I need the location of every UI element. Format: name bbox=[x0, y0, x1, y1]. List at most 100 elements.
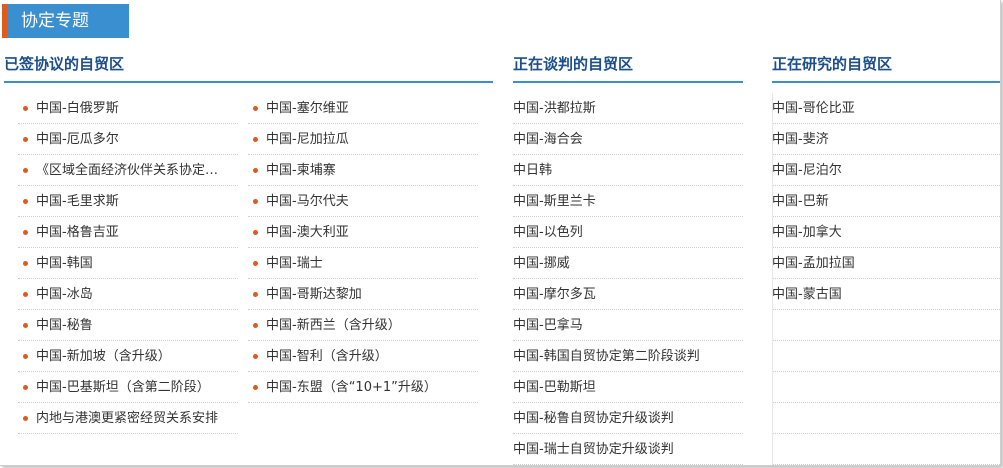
list-item[interactable]: 中国-新西兰（含升级） bbox=[248, 310, 478, 341]
list-item-label: 中日韩 bbox=[513, 163, 553, 178]
list-item-label: 中国-巴拿马 bbox=[513, 318, 583, 333]
signed-fta-rule bbox=[4, 81, 493, 83]
bullet-icon bbox=[23, 230, 28, 235]
list-item[interactable]: 中国-东盟（含“10+1”升级） bbox=[248, 372, 478, 403]
bullet-icon bbox=[23, 137, 28, 142]
researching-fta-rule bbox=[772, 81, 1000, 83]
list-item[interactable]: 中国-秘鲁 bbox=[18, 310, 238, 341]
list-item[interactable]: 中国-瑞士 bbox=[248, 248, 478, 279]
negotiating-fta-rule bbox=[513, 81, 743, 83]
list-item[interactable]: 中国-挪威 bbox=[513, 248, 743, 279]
list-item-label: 中国-斐济 bbox=[772, 132, 829, 147]
researching-fta-list: 中国-哥伦比亚 中国-斐济中国-尼泊尔 中国-巴新中国-加拿大 中国-孟加拉国 中国-蒙… bbox=[772, 93, 1000, 465]
list-item[interactable]: 中国-巴勒斯坦 bbox=[513, 372, 743, 403]
bullet-icon bbox=[253, 323, 258, 328]
bullet-icon bbox=[23, 261, 28, 266]
bullet-icon bbox=[253, 292, 258, 297]
list-item-label: 中国-瑞士自贸协定升级谈判 bbox=[513, 442, 674, 457]
list-item[interactable]: 中国-韩国自贸协定第二阶段谈判 bbox=[513, 341, 743, 372]
list-item-label: 中国-柬埔寨 bbox=[266, 163, 336, 178]
list-item[interactable]: 中国-厄瓜多尔 bbox=[18, 124, 238, 155]
list-item[interactable]: 中国-哥斯达黎加 bbox=[248, 279, 478, 310]
list-item[interactable]: 中国-尼加拉瓜 bbox=[248, 124, 478, 155]
list-item-label: 中国-哥伦比亚 bbox=[772, 101, 855, 116]
list-item[interactable]: 中国-巴基斯坦（含第二阶段） bbox=[18, 372, 238, 403]
list-item-label: 中国-蒙古国 bbox=[772, 287, 842, 302]
bullet-icon bbox=[253, 199, 258, 204]
list-item-label: 中国-塞尔维亚 bbox=[266, 101, 349, 116]
bullet-icon bbox=[23, 292, 28, 297]
list-item bbox=[772, 403, 1000, 434]
list-item-label: 中国-东盟（含“10+1”升级） bbox=[266, 380, 437, 395]
list-item bbox=[772, 310, 1000, 341]
list-item[interactable]: 中国-秘鲁自贸协定升级谈判 bbox=[513, 403, 743, 434]
bullet-icon bbox=[23, 168, 28, 173]
list-item[interactable]: 中国-新加坡（含升级） bbox=[18, 341, 238, 372]
list-item-label: 中国-孟加拉国 bbox=[772, 256, 855, 271]
list-item-label: 中国-摩尔多瓦 bbox=[513, 287, 596, 302]
bullet-icon bbox=[23, 416, 28, 421]
bullet-icon bbox=[253, 106, 258, 111]
list-item[interactable]: 中国-蒙古国 bbox=[772, 279, 1000, 310]
list-item-label: 中国-挪威 bbox=[513, 256, 570, 271]
list-item bbox=[772, 341, 1000, 372]
list-item[interactable]: 中国-加拿大 bbox=[772, 217, 1000, 248]
list-item-label: 中国-斯里兰卡 bbox=[513, 194, 596, 209]
signed-fta-list-left: 中国-白俄罗斯中国-厄瓜多尔《区域全面经济伙伴关系协定… 中国-毛里求斯中国-格鲁… bbox=[18, 93, 238, 434]
list-item[interactable]: 中国-巴拿马 bbox=[513, 310, 743, 341]
negotiating-fta-title: 正在谈判的自贸区 bbox=[513, 55, 634, 73]
list-item-label: 内地与港澳更紧密经贸关系安排 bbox=[36, 411, 219, 426]
list-item[interactable]: 《区域全面经济伙伴关系协定… bbox=[18, 155, 238, 186]
list-item-label: 中国-白俄罗斯 bbox=[36, 101, 119, 116]
list-item[interactable]: 中日韩 bbox=[513, 155, 743, 186]
list-item-label: 中国-巴基斯坦（含第二阶段） bbox=[36, 380, 210, 395]
list-item[interactable]: 中国-格鲁吉亚 bbox=[18, 217, 238, 248]
list-item-label: 中国-洪都拉斯 bbox=[513, 101, 596, 116]
list-item[interactable]: 中国-洪都拉斯 bbox=[513, 93, 743, 124]
list-item[interactable]: 中国-韩国 bbox=[18, 248, 238, 279]
list-item[interactable]: 中国-白俄罗斯 bbox=[18, 93, 238, 124]
signed-fta-title: 已签协议的自贸区 bbox=[4, 55, 125, 73]
bullet-icon bbox=[253, 230, 258, 235]
list-item-label: 中国-哥斯达黎加 bbox=[266, 287, 362, 302]
list-item[interactable]: 中国-瑞士自贸协定升级谈判 bbox=[513, 434, 743, 465]
signed-fta-list-right: 中国-塞尔维亚 中国-尼加拉瓜 中国-柬埔寨中国-马尔代夫中国-澳大利亚中国-瑞士中… bbox=[248, 93, 478, 403]
list-item[interactable]: 中国-摩尔多瓦 bbox=[513, 279, 743, 310]
list-item[interactable]: 中国-智利（含升级） bbox=[248, 341, 478, 372]
list-item[interactable]: 中国-斐济 bbox=[772, 124, 1000, 155]
bullet-icon bbox=[23, 199, 28, 204]
list-item[interactable]: 中国-斯里兰卡 bbox=[513, 186, 743, 217]
list-item-label: 中国-加拿大 bbox=[772, 225, 842, 240]
list-item[interactable]: 内地与港澳更紧密经贸关系安排 bbox=[18, 403, 238, 434]
list-item-label: 中国-智利（含升级） bbox=[266, 349, 388, 364]
list-item[interactable]: 中国-尼泊尔 bbox=[772, 155, 1000, 186]
list-item[interactable]: 中国-马尔代夫 bbox=[248, 186, 478, 217]
list-item[interactable]: 中国-塞尔维亚 bbox=[248, 93, 478, 124]
list-item[interactable]: 中国-毛里求斯 bbox=[18, 186, 238, 217]
list-item[interactable]: 中国-澳大利亚 bbox=[248, 217, 478, 248]
researching-fta-title: 正在研究的自贸区 bbox=[772, 55, 893, 73]
list-item-label: 中国-澳大利亚 bbox=[266, 225, 349, 240]
list-item-label: 中国-以色列 bbox=[513, 225, 583, 240]
bullet-icon bbox=[253, 261, 258, 266]
bullet-icon bbox=[253, 137, 258, 142]
list-item bbox=[772, 372, 1000, 403]
list-item[interactable]: 中国-以色列 bbox=[513, 217, 743, 248]
list-item-label: 中国-韩国 bbox=[36, 256, 93, 271]
list-item[interactable]: 中国-哥伦比亚 bbox=[772, 93, 1000, 124]
list-item-label: 《区域全面经济伙伴关系协定… bbox=[36, 163, 219, 178]
list-item-label: 中国-冰岛 bbox=[36, 287, 93, 302]
tab-agreement-topics[interactable]: 协定专题 bbox=[7, 4, 129, 38]
list-item[interactable]: 中国-巴新 bbox=[772, 186, 1000, 217]
list-item-label: 中国-尼加拉瓜 bbox=[266, 132, 349, 147]
list-item[interactable]: 中国-孟加拉国 bbox=[772, 248, 1000, 279]
list-item-label: 中国-新加坡（含升级） bbox=[36, 349, 171, 364]
list-item[interactable]: 中国-冰岛 bbox=[18, 279, 238, 310]
list-item[interactable]: 中国-海合会 bbox=[513, 124, 743, 155]
list-item-label: 中国-海合会 bbox=[513, 132, 583, 147]
negotiating-fta-list: 中国-洪都拉斯 中国-海合会 中日韩中国-斯里兰卡 中国-以色列 中国-挪威中国-摩尔多… bbox=[513, 93, 743, 465]
list-item-label: 中国-秘鲁自贸协定升级谈判 bbox=[513, 411, 674, 426]
list-item-label: 中国-毛里求斯 bbox=[36, 194, 119, 209]
list-item bbox=[772, 434, 1000, 465]
list-item[interactable]: 中国-柬埔寨 bbox=[248, 155, 478, 186]
